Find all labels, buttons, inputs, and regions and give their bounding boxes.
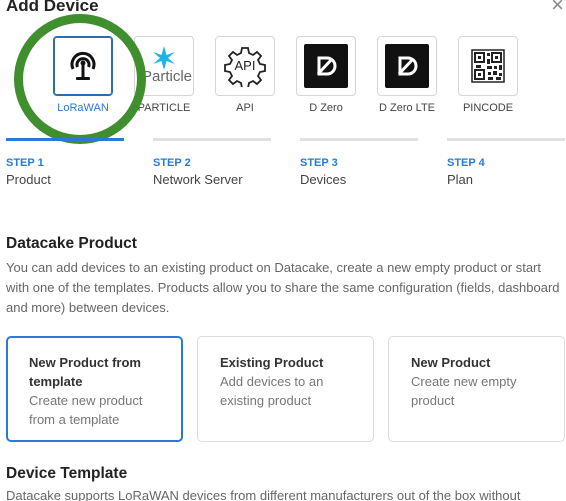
option-new-product-from-template[interactable]: New Product from template Create new pro… <box>6 336 183 442</box>
particle-logo-icon: Particle <box>138 46 193 86</box>
device-type-tile[interactable]: Particle <box>134 36 194 96</box>
step-3: STEP 3 Devices <box>300 138 420 187</box>
lorawan-antenna-icon <box>70 51 96 80</box>
device-type-label: API <box>236 102 254 114</box>
device-type-tile[interactable]: API <box>215 36 275 96</box>
device-type-lorawan[interactable]: LoRaWAN <box>45 36 121 114</box>
option-description: Add devices to an existing product <box>220 374 324 408</box>
device-type-label: PINCODE <box>462 102 514 114</box>
device-type-label: D Zero LTE <box>378 102 436 114</box>
step-4: STEP 4 Plan <box>447 138 566 187</box>
dzero-lte-logo-icon <box>385 44 429 88</box>
qr-code-icon <box>471 49 505 83</box>
device-type-label: PARTICLE <box>137 102 191 114</box>
api-icon-text: API <box>234 58 256 73</box>
option-title: New Product from template <box>29 355 141 389</box>
step-name: Plan <box>447 172 474 187</box>
step-number: STEP 2 <box>153 157 191 169</box>
api-gear-icon: API <box>224 45 266 87</box>
particle-logo-text: Particle <box>142 68 193 85</box>
device-type-particle[interactable]: Particle PARTICLE <box>126 36 202 114</box>
option-description: Create new product from a template <box>29 393 143 427</box>
dzero-logo-icon <box>304 44 348 88</box>
step-name: Network Server <box>153 172 243 187</box>
template-section-title: Device Template <box>6 465 128 482</box>
device-type-tile[interactable] <box>296 36 356 96</box>
step-number: STEP 4 <box>447 157 485 169</box>
step-2: STEP 2 Network Server <box>153 138 273 187</box>
option-existing-product[interactable]: Existing Product Add devices to an exist… <box>197 336 374 442</box>
step-number: STEP 3 <box>300 157 338 169</box>
step-progress-bar <box>447 138 565 141</box>
step-1: STEP 1 Product <box>6 138 126 187</box>
device-type-label: LoRaWAN <box>57 102 109 114</box>
close-icon[interactable]: × <box>551 0 564 16</box>
step-number: STEP 1 <box>6 157 44 169</box>
device-type-dzero-lte[interactable]: D Zero LTE <box>369 36 445 114</box>
option-title: Existing Product <box>220 355 324 370</box>
step-name: Devices <box>300 172 347 187</box>
option-title: New Product <box>411 355 491 370</box>
product-section-description: You can add devices to an existing produ… <box>6 260 560 315</box>
option-description: Create new empty product <box>411 374 517 408</box>
device-type-api[interactable]: API API <box>207 36 283 114</box>
device-type-label: D Zero <box>309 102 343 114</box>
device-type-pincode[interactable]: PINCODE <box>450 36 526 114</box>
device-type-tile[interactable] <box>377 36 437 96</box>
product-section-title: Datacake Product <box>6 235 137 252</box>
step-progress-bar <box>300 138 418 141</box>
device-type-dzero[interactable]: D Zero <box>288 36 364 114</box>
device-type-tile[interactable] <box>458 36 518 96</box>
device-type-tile[interactable] <box>53 36 113 96</box>
step-name: Product <box>6 172 51 187</box>
template-section-description: Datacake supports LoRaWAN devices from d… <box>6 488 521 501</box>
step-progress-bar <box>153 138 271 141</box>
option-new-product[interactable]: New Product Create new empty product <box>388 336 565 442</box>
step-progress-bar <box>6 138 124 141</box>
dialog-title: Add Device <box>6 0 99 15</box>
